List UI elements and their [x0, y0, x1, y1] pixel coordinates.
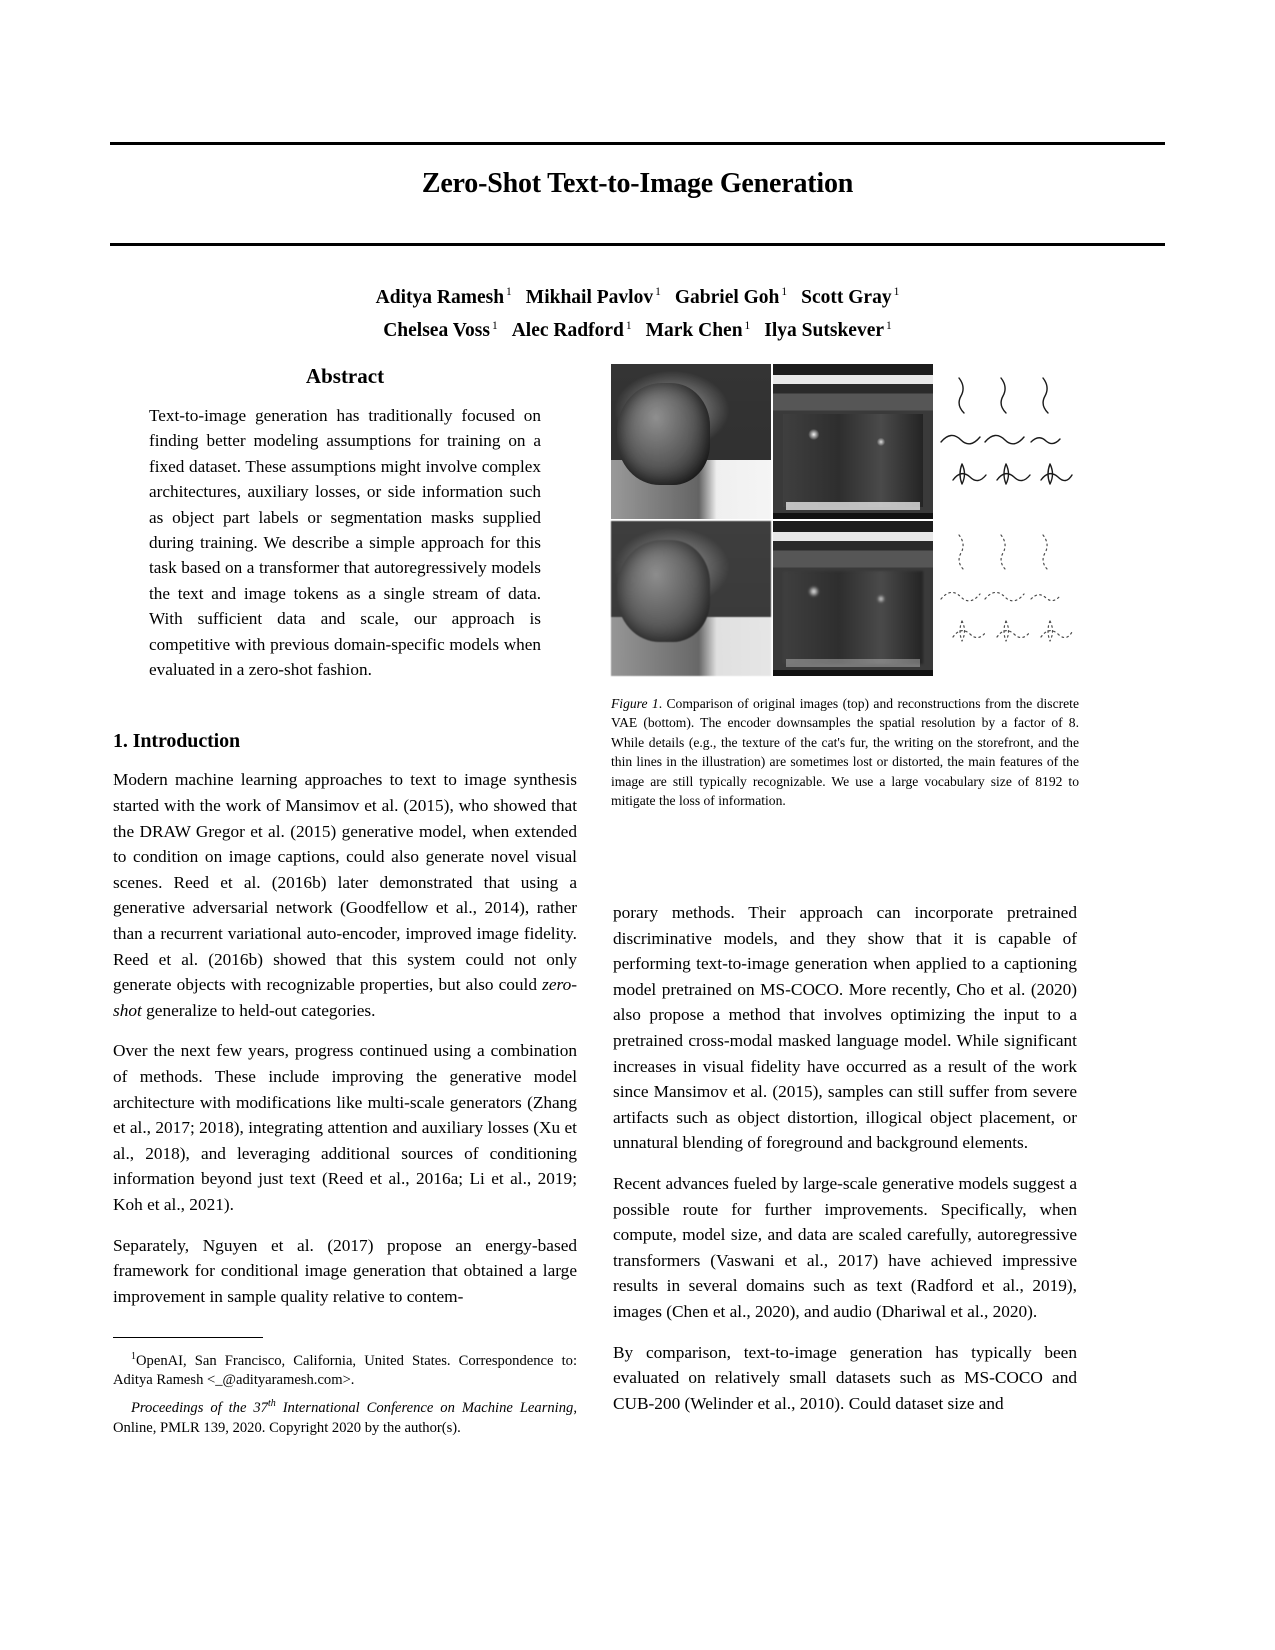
author-name: Aditya Ramesh [375, 286, 505, 308]
footnote-block: 1OpenAI, San Francisco, California, Unit… [113, 1337, 577, 1441]
footnote-proceedings: Proceedings of the 37th International Co… [113, 1394, 577, 1438]
abstract-heading: Abstract [305, 364, 385, 388]
author: Gabriel Goh 1 [674, 286, 788, 308]
author: Ilya Sutskever 1 [764, 319, 892, 342]
figure-cell-original-storefront [773, 364, 933, 519]
figure-cell-reconstruction-storefront [773, 521, 933, 676]
figure-cell-reconstruction-illustration [935, 521, 1080, 676]
author-name: Scott Gray [801, 286, 892, 308]
author-affiliation-marker: 1 [886, 319, 892, 332]
author-affiliation-marker: 1 [781, 286, 788, 298]
author-affiliation-marker: 1 [625, 319, 632, 332]
intro-paragraph-1-tail: generalize to held-out categories. [141, 1000, 376, 1020]
title-rule-bottom [110, 243, 1165, 246]
figure-caption: Figure 1. Comparison of original images … [611, 694, 1079, 810]
proceedings-italic-a: Proceedings of the 37 [131, 1399, 268, 1416]
footnote-affiliation: 1OpenAI, San Francisco, California, Unit… [113, 1347, 577, 1391]
figure-cell-original-cat [611, 364, 771, 519]
figure-image-grid [611, 364, 1080, 676]
paper-page: Zero-Shot Text-to-Image Generation Adity… [0, 0, 1275, 1650]
footnote-divider [113, 1337, 263, 1338]
author-name: Ilya Sutskever [764, 320, 885, 341]
author-name: Gabriel Goh [674, 286, 780, 308]
author-name: Mark Chen [645, 320, 743, 341]
author-line-2: Chelsea Voss 1 Alec Radford 1 Mark Chen 1 Ilya… [110, 312, 1165, 346]
right-paragraph-3: By comparison, text-to-image generation … [613, 1342, 1077, 1413]
left-column: Abstract Text-to-image generation has tr… [113, 352, 577, 1323]
author-list: Aditya Ramesh 1 Mikhail Pavlov 1 Gabriel Goh… [110, 278, 1165, 345]
intro-paragraph-3: Separately, Nguyen et al. (2017) propose… [113, 1235, 577, 1306]
author-line-1: Aditya Ramesh 1 Mikhail Pavlov 1 Gabriel Goh… [110, 278, 1165, 312]
figure-cell-reconstruction-cat [611, 521, 771, 676]
intro-paragraph-2: Over the next few years, progress contin… [113, 1041, 577, 1214]
author-affiliation-marker: 1 [506, 286, 512, 298]
author-affiliation-marker: 1 [893, 286, 900, 298]
section-heading-introduction: 1. Introduction [113, 730, 241, 753]
figure-1: Figure 1. Comparison of original images … [611, 364, 1080, 810]
author-affiliation-marker: 1 [744, 319, 751, 332]
intro-paragraph-1-head: Modern machine learning approaches to te… [113, 770, 577, 995]
proceedings-ordinal: th [267, 1398, 276, 1410]
author: Scott Gray 1 [801, 286, 900, 308]
intro-paragraph-1: Modern machine learning approaches to te… [113, 767, 577, 1023]
author: Aditya Ramesh 1 [375, 286, 512, 308]
title-rule-top [110, 142, 1165, 145]
figure-caption-text: . Comparison of original images (top) an… [611, 696, 1079, 809]
page-title: Zero-Shot Text-to-Image Generation [421, 168, 854, 199]
right-paragraph-1: porary methods. Their approach can incor… [613, 903, 1077, 1153]
author-affiliation-marker: 1 [491, 319, 498, 332]
figure-cell-original-illustration [935, 364, 1080, 519]
author-name: Mikhail Pavlov [525, 286, 654, 308]
author: Alec Radford 1 [511, 319, 632, 342]
figure-caption-label: Figure 1 [611, 696, 659, 711]
author: Mikhail Pavlov 1 [525, 286, 661, 308]
author: Chelsea Voss 1 [383, 319, 498, 342]
abstract-text: Text-to-image generation has traditional… [149, 406, 541, 680]
author-name: Alec Radford [511, 320, 624, 341]
proceedings-italic-b: International Conference on Machine Lear… [275, 1399, 574, 1416]
author-name: Chelsea Voss [383, 320, 490, 341]
right-paragraph-2: Recent advances fueled by large-scale ge… [613, 1173, 1077, 1321]
author: Mark Chen 1 [645, 319, 751, 342]
illustration-lines-original [940, 377, 1073, 485]
right-column: porary methods. Their approach can incor… [613, 900, 1077, 1431]
illustration-lines-reconstruction [940, 534, 1073, 642]
footnote-affiliation-text: OpenAI, San Francisco, California, Unite… [113, 1352, 577, 1389]
author-affiliation-marker: 1 [655, 286, 661, 298]
